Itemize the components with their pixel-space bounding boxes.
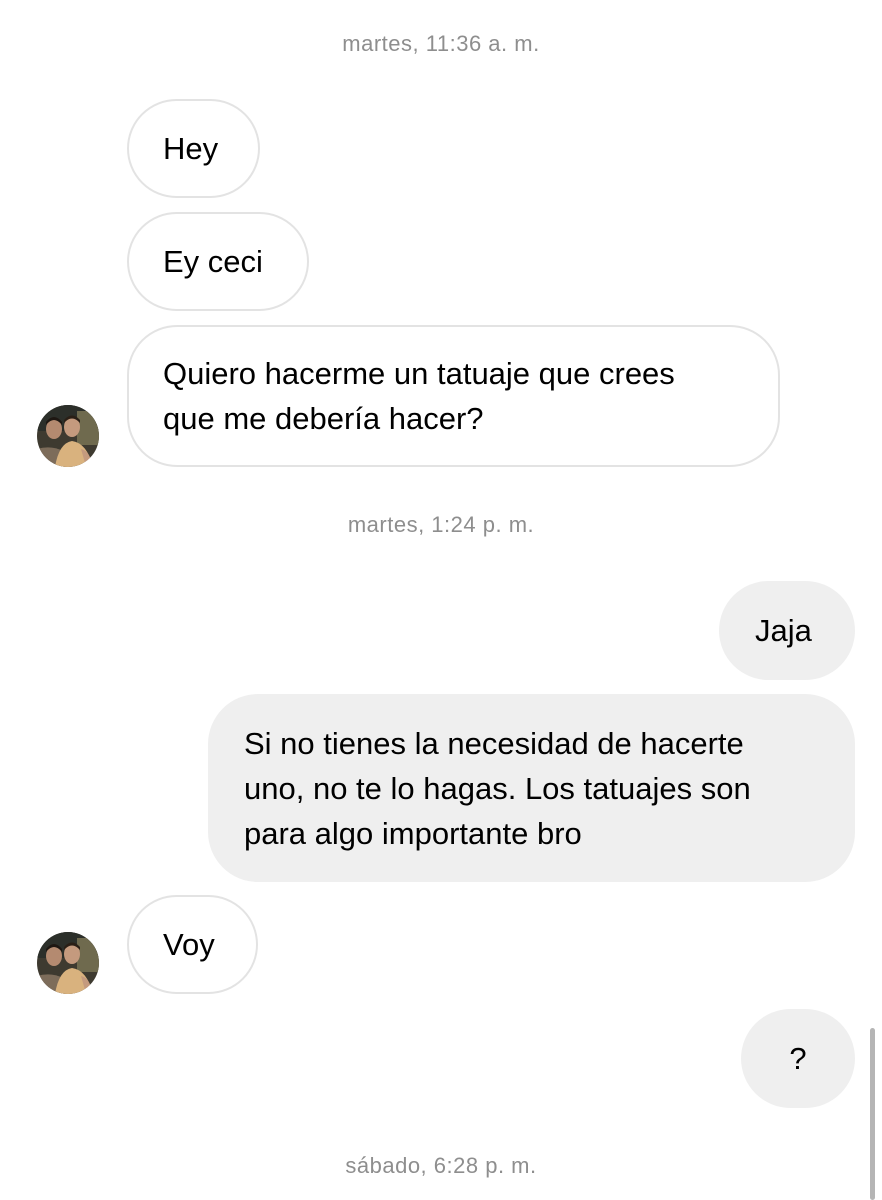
message-bubble-outgoing-1[interactable]: Jaja <box>719 581 855 680</box>
message-bubble-incoming-2[interactable]: Ey ceci <box>127 212 309 311</box>
message-bubble-outgoing-2[interactable]: Si no tienes la necesidad de hacerte uno… <box>208 694 855 882</box>
avatar-photo-icon <box>37 405 99 467</box>
timestamp-3: sábado, 6:28 p. m. <box>345 1153 537 1178</box>
message-bubble-incoming-4[interactable]: Voy <box>127 895 258 994</box>
message-bubble-incoming-1[interactable]: Hey <box>127 99 260 198</box>
contact-avatar-1[interactable] <box>37 405 99 467</box>
message-bubble-incoming-3[interactable]: Quiero hacerme un tatuaje que crees que … <box>127 325 780 467</box>
avatar-photo-icon <box>37 932 99 994</box>
timestamp-1: martes, 11:36 a. m. <box>342 31 540 56</box>
timestamp-2: martes, 1:24 p. m. <box>347 512 535 537</box>
scrollbar-thumb[interactable] <box>870 1028 875 1200</box>
contact-avatar-2[interactable] <box>37 932 99 994</box>
message-bubble-outgoing-3[interactable]: ? <box>741 1009 855 1108</box>
